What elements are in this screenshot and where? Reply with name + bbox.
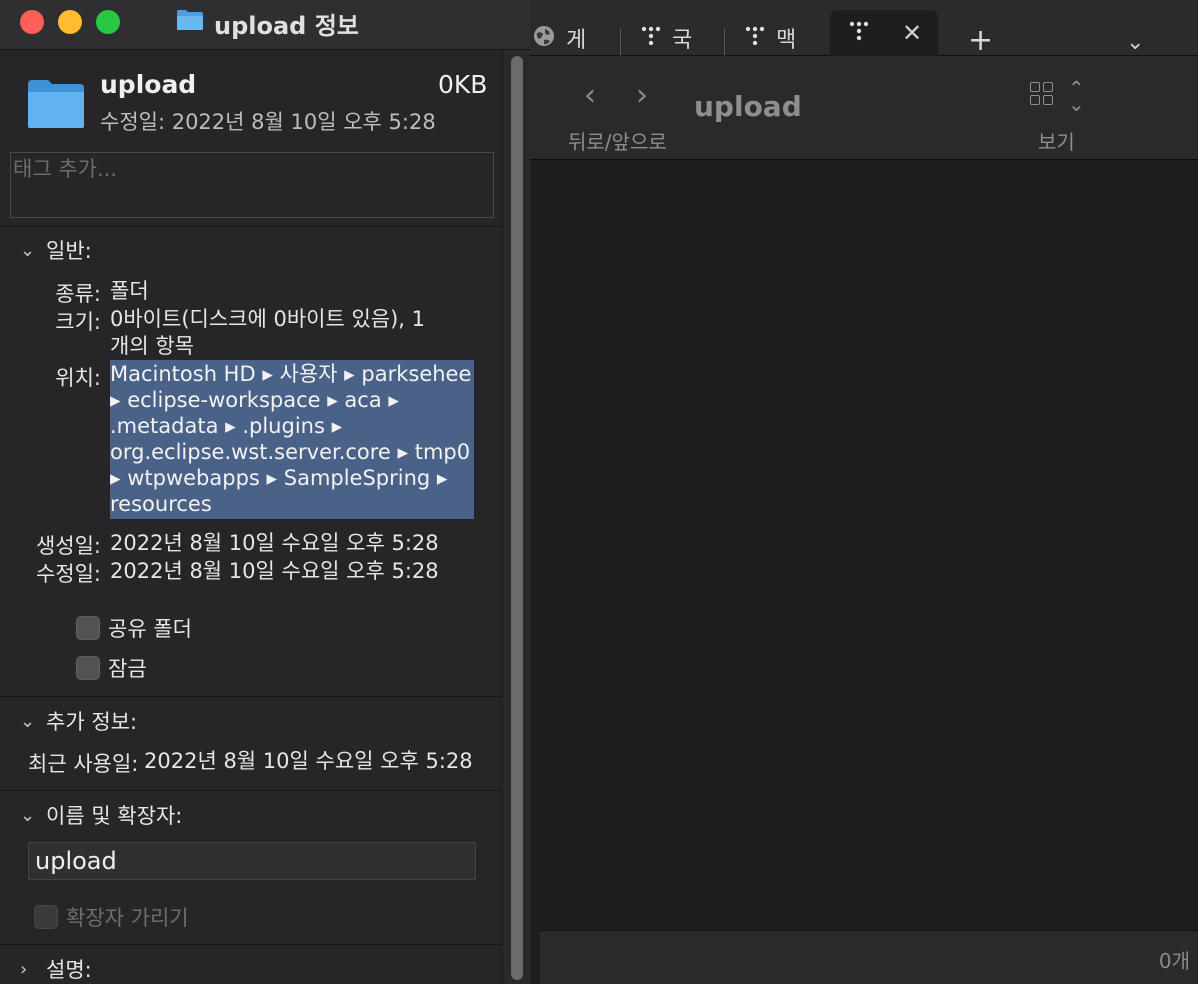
tab-divider [724,28,725,56]
where-path-line: ▸ eclipse-workspace ▸ aca ▸ [110,388,399,412]
close-window-button[interactable] [20,10,44,34]
section-more-info-title: 추가 정보: [46,710,138,734]
section-name-ext-title: 이름 및 확장자: [46,804,183,828]
finder-toolbar: ‹ › 뒤로/앞으로 upload ⌃ ⌄ 보기 [528,56,1198,160]
finder-tab-active[interactable]: ✕ [830,10,938,56]
minimize-window-button[interactable] [58,10,82,34]
kind-label: 종류: [55,282,101,306]
folder-icon [28,80,84,128]
where-path-line: resources [110,492,212,516]
chevron-down-icon[interactable]: ⌄ [20,805,38,826]
dots-icon [744,25,766,52]
created-label: 생성일: [35,534,101,558]
tab-divider [620,28,621,56]
locked-label: 잠금 [108,657,147,681]
shared-folder-checkbox[interactable]: 공유 폴더 [76,613,192,643]
locked-checkbox[interactable]: 잠금 [76,653,147,683]
folder-title: upload [694,90,802,123]
modified-date: 수정일: 2022년 8월 10일 오후 5:28 [100,110,436,134]
finder-tab-3[interactable]: 맥 [744,20,796,56]
where-path-line: org.eclipse.wst.server.core ▸ tmp0 [110,440,471,464]
where-path-line: Macintosh HD ▸ 사용자 ▸ parksehee [110,362,472,386]
maximize-window-button[interactable] [96,10,120,34]
section-divider [0,696,502,697]
size-value-line: 개의 항목 [110,334,194,358]
last-opened-label: 최근 사용일: [28,752,139,776]
checkbox[interactable] [34,905,58,929]
section-divider [0,790,502,791]
tab-label: 맥 [776,28,797,53]
created-value: 2022년 8월 10일 수요일 오후 5:28 [110,531,439,555]
section-name-ext-header[interactable]: ⌄ 이름 및 확장자: [20,800,182,830]
checkbox[interactable] [76,656,100,680]
where-path[interactable]: Macintosh HD ▸ 사용자 ▸ parksehee ▸ eclipse… [110,360,474,519]
dots-icon [640,25,662,52]
title-bar[interactable]: upload 정보 [0,0,530,50]
tab-label: 국 [672,28,693,53]
updown-chevron-icon[interactable]: ⌃ ⌄ [1068,78,1085,114]
new-tab-button[interactable]: + [968,26,993,56]
section-divider [0,226,502,227]
shared-folder-label: 공유 폴더 [108,617,192,641]
info-window: upload 정보 upload 0KB 수정일: 2022년 8월 10일 오… [0,0,530,984]
section-general-title: 일반: [46,239,92,263]
where-path-line: .metadata ▸ .plugins ▸ [110,414,343,438]
section-comments-header[interactable]: › 설명: [20,954,92,984]
modified-label: 수정일: [35,562,101,586]
chevron-down-icon[interactable]: ⌄ [20,711,38,732]
chevron-right-icon[interactable]: › [20,959,38,980]
where-label: 위치: [55,366,101,390]
finder-window: 게 국 맥 ✕ + ⌄ ‹ › 뒤로/앞으로 upload ⌃ ⌄ 보기 0개 [528,0,1198,984]
tags-input[interactable] [11,153,493,217]
chevron-down-icon[interactable]: ⌄ [1126,30,1144,55]
back-button[interactable]: ‹ [584,78,596,113]
file-size: 0KB [438,70,488,99]
finder-tab-1[interactable]: 게 [532,20,586,56]
size-value-line: 0바이트(디스크에 0바이트 있음), 1 [110,307,426,331]
forward-button[interactable]: › [636,78,648,113]
finder-tab-2[interactable]: 국 [640,20,692,56]
section-more-info-header[interactable]: ⌄ 추가 정보: [20,706,137,736]
finder-tab-bar: 게 국 맥 ✕ + ⌄ [528,0,1198,56]
section-general-header[interactable]: ⌄ 일반: [20,235,92,265]
nav-label: 뒤로/앞으로 [568,130,667,154]
section-divider [0,944,502,945]
hide-extension-checkbox[interactable]: 확장자 가리기 [34,902,189,932]
tab-label: 게 [566,28,587,53]
window-title: upload 정보 [214,12,359,40]
close-tab-icon[interactable]: ✕ [902,19,922,47]
file-name: upload [100,70,197,99]
hide-extension-label: 확장자 가리기 [66,906,189,930]
last-opened-value: 2022년 8월 10일 수요일 오후 5:28 [144,749,473,773]
modified-value: 2022년 8월 10일 수요일 오후 5:28 [110,559,439,583]
view-label: 보기 [1038,130,1075,154]
name-input[interactable] [29,843,475,879]
where-path-line: ▸ wtpwebapps ▸ SampleSpring ▸ [110,466,448,490]
scrollbar-thumb[interactable] [511,56,523,980]
kind-value: 폴더 [110,279,149,303]
section-comments-title: 설명: [46,958,92,982]
finder-status-bar: 0개 [540,930,1198,984]
item-count: 0개 [1158,949,1190,973]
globe-icon [532,24,556,53]
grid-view-icon[interactable] [1030,82,1058,110]
checkbox[interactable] [76,616,100,640]
size-value: 0바이트(디스크에 0바이트 있음), 1 개의 항목 [110,306,425,360]
dots-icon [848,20,870,47]
size-label: 크기: [55,310,101,334]
scrollbar[interactable] [502,50,530,984]
tags-field[interactable] [10,152,494,218]
folder-icon [177,10,203,30]
name-field[interactable] [28,842,476,880]
chevron-down-icon[interactable]: ⌄ [20,240,38,261]
finder-content-area[interactable] [540,161,1198,929]
